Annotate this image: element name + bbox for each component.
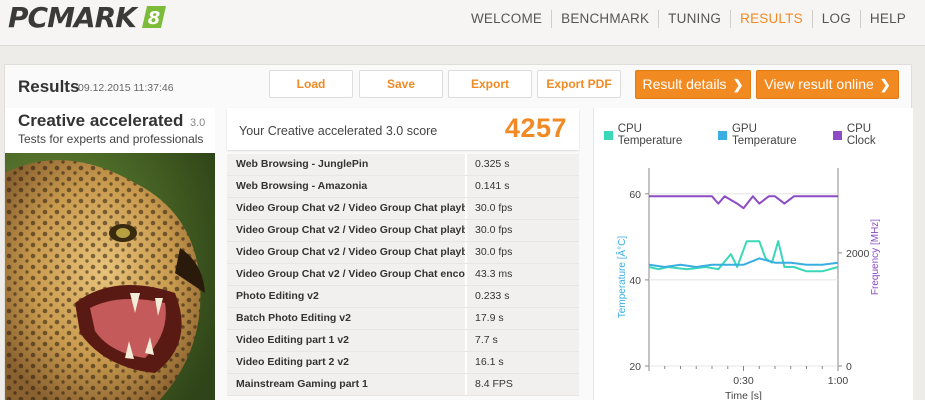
monitoring-chart: 20 40 60 0 2000 0:30 1:00 Time [s] Temperature [… [615, 168, 881, 400]
table-row: Video Group Chat v2 / Video Group Chat e… [227, 264, 579, 286]
y-right-axis-label: Frequency [MHz] [870, 219, 881, 295]
chevron-right-icon: ❯ [732, 77, 744, 92]
export-pdf-button[interactable]: Export PDF [537, 70, 621, 98]
test-value: 17.9 s [467, 308, 579, 329]
nav-results[interactable]: RESULTS [730, 10, 812, 28]
y-left-tick-label: 60 [629, 189, 641, 201]
score-value: 4257 [504, 113, 567, 143]
export-button[interactable]: Export [448, 70, 532, 98]
benchmark-description: Tests for experts and professionals [18, 132, 204, 146]
test-value: 0.141 s [467, 176, 579, 197]
chevron-right-icon: ❯ [879, 77, 891, 92]
y-right-tick-label: 0 [846, 361, 852, 373]
test-name: Mainstream Gaming part 1 [227, 374, 467, 395]
page-title: Results [18, 77, 80, 96]
nav-welcome[interactable]: WELCOME [462, 10, 551, 28]
monitoring-chart-panel: CPU Temperature GPU Temperature CPU Cloc… [593, 108, 913, 400]
y-left-tick-label: 20 [629, 361, 641, 373]
score-box: Your Creative accelerated 3.0 score 4257 [227, 108, 579, 150]
test-value: 8.4 FPS [467, 374, 579, 395]
table-row: Video Group Chat v2 / Video Group Chat p… [227, 242, 579, 264]
cpu-temperature-line [648, 240, 839, 273]
logo-text: PCMARK [8, 0, 137, 34]
table-row: Batch Photo Editing v2 17.9 s [227, 308, 579, 330]
nav-benchmark[interactable]: BENCHMARK [551, 10, 658, 28]
table-row: Video Group Chat v2 / Video Group Chat p… [227, 198, 579, 220]
score-section: Your Creative accelerated 3.0 score 4257… [227, 108, 579, 400]
table-row: Photo Editing v2 0.233 s [227, 286, 579, 308]
test-name: Photo Editing v2 [227, 286, 467, 307]
logo-badge-icon: 8 [141, 6, 166, 29]
nav-log[interactable]: LOG [811, 10, 860, 28]
legend-swatch [604, 130, 613, 140]
benchmark-info: Creative accelerated 3.0 Tests for exper… [5, 108, 215, 400]
test-name: Batch Photo Editing v2 [227, 308, 467, 329]
x-tick-label: 0:30 [733, 375, 754, 387]
test-name: Video Editing part 1 v2 [227, 330, 467, 351]
main-nav: WELCOME BENCHMARK TUNING RESULTS LOG HEL… [462, 0, 915, 38]
svg-text:8: 8 [148, 8, 161, 29]
nav-tuning[interactable]: TUNING [658, 10, 730, 28]
chart-legend: CPU Temperature GPU Temperature CPU Cloc… [604, 123, 913, 147]
load-button[interactable]: Load [269, 70, 353, 98]
test-value: 0.325 s [467, 154, 579, 175]
test-name: Video Group Chat v2 / Video Group Chat e… [227, 264, 467, 285]
test-value: 43.3 ms [467, 264, 579, 285]
cpu-clock-line [649, 195, 838, 210]
legend-swatch [833, 130, 842, 140]
test-name: Web Browsing - JunglePin [227, 154, 467, 175]
test-name: Web Browsing - Amazonia [227, 176, 467, 197]
benchmark-version: 3.0 [190, 117, 206, 129]
table-row: Video Editing part 2 v2 16.1 s [227, 352, 579, 374]
benchmark-name: Creative accelerated [18, 111, 184, 130]
y-left-tick-label: 40 [629, 275, 641, 287]
table-row: Web Browsing - Amazonia 0.141 s [227, 176, 579, 198]
test-name: Video Group Chat v2 / Video Group Chat p… [227, 198, 467, 219]
leopard-image [5, 153, 215, 400]
x-tick-label: 1:00 [828, 375, 849, 387]
results-panel: Results 09.12.2015 11:37:46 Load Save Ex… [4, 64, 913, 400]
legend-label: GPU Temperature [731, 123, 797, 147]
legend-label: CPU Temperature [617, 123, 683, 147]
test-value: 30.0 fps [467, 220, 579, 241]
y-right-tick-label: 2000 [846, 248, 870, 260]
result-details-button[interactable]: Result details ❯ [635, 70, 751, 99]
legend-item-cpu-temperature[interactable]: CPU Temperature [604, 123, 706, 147]
score-label: Your Creative accelerated 3.0 score [239, 124, 438, 138]
save-button[interactable]: Save [359, 70, 443, 98]
result-timestamp: 09.12.2015 11:37:46 [78, 82, 174, 94]
test-value: 30.0 fps [467, 198, 579, 219]
test-value: 7.7 s [467, 330, 579, 351]
legend-item-cpu-clock[interactable]: CPU Clock [833, 123, 901, 147]
test-value: 0.233 s [467, 286, 579, 307]
result-details-label: Result details [642, 76, 727, 92]
legend-swatch [718, 130, 727, 140]
table-row: Video Group Chat v2 / Video Group Chat p… [227, 220, 579, 242]
legend-label: CPU Clock [846, 123, 876, 147]
x-axis-label: Time [s] [725, 390, 762, 400]
top-bar: PCMARK 8 WELCOME BENCHMARK TUNING RESULT… [0, 0, 925, 46]
view-online-button[interactable]: View result online ❯ [756, 70, 899, 99]
nav-help[interactable]: HELP [859, 10, 915, 28]
pcmark-logo: PCMARK 8 [8, 0, 168, 34]
test-value: 30.0 fps [467, 242, 579, 263]
test-name: Video Group Chat v2 / Video Group Chat p… [227, 242, 467, 263]
table-row: Video Editing part 1 v2 7.7 s [227, 330, 579, 352]
gpu-temperature-line [648, 257, 839, 268]
test-results-table: Web Browsing - JunglePin 0.325 s Web Brow… [227, 154, 579, 396]
test-name: Video Editing part 2 v2 [227, 352, 467, 373]
test-value: 16.1 s [467, 352, 579, 373]
legend-item-gpu-temperature[interactable]: GPU Temperature [718, 123, 821, 147]
view-online-label: View result online [764, 76, 874, 92]
table-row: Mainstream Gaming part 1 8.4 FPS [227, 374, 579, 396]
table-row: Web Browsing - JunglePin 0.325 s [227, 154, 579, 176]
test-name: Video Group Chat v2 / Video Group Chat p… [227, 220, 467, 241]
y-left-axis-label: Temperature [Â°C] [615, 236, 628, 319]
